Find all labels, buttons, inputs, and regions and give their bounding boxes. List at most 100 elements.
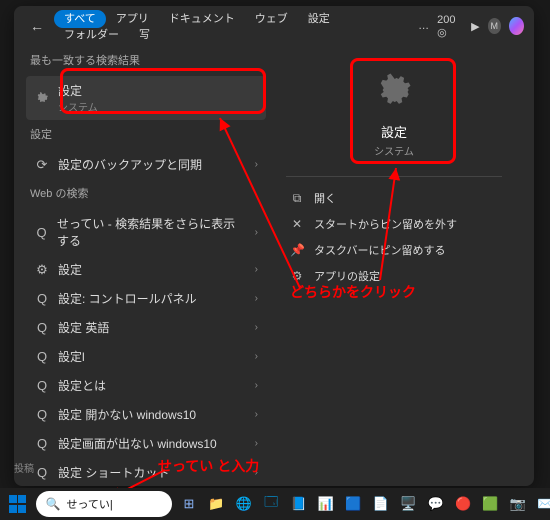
result-label: 設定 ショートカット xyxy=(58,464,169,481)
start-button[interactable] xyxy=(6,492,30,516)
preview-subtitle: システム xyxy=(374,143,414,158)
chevron-right-icon: › xyxy=(255,351,258,362)
search-topbar: ← すべてアプリドキュメントウェブ設定フォルダー写 … 200 ◎ ▶ M xyxy=(14,6,534,46)
chevron-right-icon: › xyxy=(255,409,258,420)
preview-action[interactable]: ⚙ アプリの設定 xyxy=(286,263,502,289)
action-label: スタートからピン留めを外す xyxy=(314,216,457,232)
taskbar-app-icon[interactable]: 🖥️ xyxy=(398,493,419,515)
external-label: 投稿 xyxy=(14,460,34,475)
action-icon: ⧉ xyxy=(290,191,304,206)
preview-card[interactable]: 設定 システム xyxy=(286,56,502,176)
result-label: 設定画面が出ない windows10 xyxy=(58,435,217,452)
result-icon: ⟳ xyxy=(34,157,50,173)
taskbar: 🔍 せってい| ⊞ 📁 🌐 🗔 📘 📊 🟦 📄 🖥️ 💬 🔴 🟩 📷 ✉️ xyxy=(0,488,550,520)
copilot-icon[interactable] xyxy=(509,17,524,35)
taskbar-app-icon[interactable]: 🗔 xyxy=(261,493,282,515)
taskbar-app-icon[interactable]: 📁 xyxy=(206,493,227,515)
search-result-item[interactable]: ⟳ 設定のバックアップと同期 › xyxy=(26,150,266,179)
filter-tab[interactable]: 設定 xyxy=(298,10,340,28)
search-result-item[interactable]: Q 設定 ショートカット › xyxy=(26,458,266,487)
gear-icon xyxy=(372,68,416,112)
filter-tab[interactable]: フォルダー xyxy=(54,26,129,44)
search-icon: 🔍 xyxy=(46,497,61,511)
taskbar-app-icon[interactable]: ✉️ xyxy=(535,493,550,515)
chevron-right-icon: › xyxy=(255,438,258,449)
group-header-web: Web の検索 xyxy=(30,185,266,201)
best-match-result[interactable]: 設定 システム xyxy=(26,76,266,120)
action-label: タスクバーにピン留めする xyxy=(314,242,445,258)
taskbar-app-icon[interactable]: 🌐 xyxy=(233,493,254,515)
search-result-item[interactable]: Q 設定l › xyxy=(26,342,266,371)
result-label: 設定l xyxy=(58,348,85,365)
chevron-right-icon: › xyxy=(255,322,258,333)
best-match-header: 最も一致する検索結果 xyxy=(30,52,266,68)
result-label: 設定のバックアップと同期 xyxy=(58,156,202,173)
results-left-column: 最も一致する検索結果 設定 システム 設定 ⟳ 設定のバックアップと同期 › Web… xyxy=(26,46,266,487)
result-icon: Q xyxy=(34,349,50,365)
search-result-item[interactable]: Q 設定 英語 › xyxy=(26,313,266,342)
chevron-right-icon: › xyxy=(255,293,258,304)
result-icon: Q xyxy=(34,465,50,481)
chevron-right-icon: › xyxy=(255,264,258,275)
chevron-right-icon: › xyxy=(255,159,258,170)
result-icon: Q xyxy=(34,224,49,240)
taskbar-app-icon[interactable]: 📄 xyxy=(370,493,391,515)
search-result-item[interactable]: ⚙ 設定 › xyxy=(26,255,266,284)
preview-column: 設定 システム ⧉ 開く ✕ スタートからピン留めを外す 📌 タスクバーにピン留めする ⚙ ア… xyxy=(266,46,522,487)
taskbar-app-icon[interactable]: 📊 xyxy=(315,493,336,515)
action-label: 開く xyxy=(314,190,336,206)
filter-tab[interactable]: ウェブ xyxy=(245,10,298,28)
result-label: せってい - 検索結果をさらに表示する xyxy=(57,215,247,249)
windows-search-panel: ← すべてアプリドキュメントウェブ設定フォルダー写 … 200 ◎ ▶ M 最も… xyxy=(14,6,534,486)
action-icon: ⚙ xyxy=(290,269,304,283)
action-icon: 📌 xyxy=(290,243,304,257)
taskbar-app-icon[interactable]: ⊞ xyxy=(178,493,199,515)
back-button[interactable]: ← xyxy=(24,16,50,36)
result-label: 設定とは xyxy=(58,377,106,394)
result-label: 設定: コントロールパネル xyxy=(58,290,197,307)
taskbar-app-icon[interactable]: 🟩 xyxy=(480,493,501,515)
result-icon: Q xyxy=(34,407,50,423)
search-result-item[interactable]: Q 設定とは › xyxy=(26,371,266,400)
search-result-item[interactable]: Q 設定 開かない windows10 › xyxy=(26,400,266,429)
best-match-title: 設定 xyxy=(58,82,98,99)
best-match-subtitle: システム xyxy=(58,99,98,114)
result-label: 設定 開かない windows10 xyxy=(58,406,196,423)
result-icon: Q xyxy=(34,436,50,452)
search-result-item[interactable]: Q 設定: コントロールパネル › xyxy=(26,284,266,313)
play-icon[interactable]: ▶ xyxy=(471,20,479,33)
filter-tab[interactable]: ドキュメント xyxy=(159,10,245,28)
result-icon: Q xyxy=(34,378,50,394)
preview-title: 設定 xyxy=(381,122,407,141)
taskbar-app-icon[interactable]: 📘 xyxy=(288,493,309,515)
taskbar-app-icon[interactable]: 📷 xyxy=(507,493,528,515)
preview-actions: ⧉ 開く ✕ スタートからピン留めを外す 📌 タスクバーにピン留めする ⚙ アプリの設定 xyxy=(286,176,502,289)
taskbar-app-icon[interactable]: 🔴 xyxy=(452,493,473,515)
group-header-settings: 設定 xyxy=(30,126,266,142)
search-result-item[interactable]: Q 設定画面が出ない windows10 › xyxy=(26,429,266,458)
filter-tab[interactable]: 写 xyxy=(129,26,160,44)
taskbar-app-icon[interactable]: 🟦 xyxy=(343,493,364,515)
chevron-right-icon: › xyxy=(255,467,258,478)
chevron-right-icon: › xyxy=(255,227,258,238)
result-label: 設定 xyxy=(58,261,82,278)
preview-action[interactable]: ⧉ 開く xyxy=(286,185,502,211)
account-avatar[interactable]: M xyxy=(488,18,501,34)
preview-action[interactable]: ✕ スタートからピン留めを外す xyxy=(286,211,502,237)
result-icon: ⚙ xyxy=(34,262,50,278)
action-label: アプリの設定 xyxy=(314,268,380,284)
taskbar-search-value: せってい| xyxy=(66,496,112,512)
gear-icon xyxy=(34,90,50,106)
result-label: 設定 英語 xyxy=(58,319,109,336)
taskbar-search-box[interactable]: 🔍 せってい| xyxy=(36,491,173,517)
taskbar-app-icon[interactable]: 💬 xyxy=(425,493,446,515)
search-result-item[interactable]: Q せってい - 検索結果をさらに表示する › xyxy=(26,209,266,255)
top-right-controls: … 200 ◎ ▶ M xyxy=(418,14,524,39)
result-icon: Q xyxy=(34,320,50,336)
preview-action[interactable]: 📌 タスクバーにピン留めする xyxy=(286,237,502,263)
ellipsis-icon[interactable]: … xyxy=(418,20,429,32)
rewards-points[interactable]: 200 ◎ xyxy=(437,14,463,39)
chevron-right-icon: › xyxy=(255,380,258,391)
result-icon: Q xyxy=(34,291,50,307)
action-icon: ✕ xyxy=(290,217,304,231)
